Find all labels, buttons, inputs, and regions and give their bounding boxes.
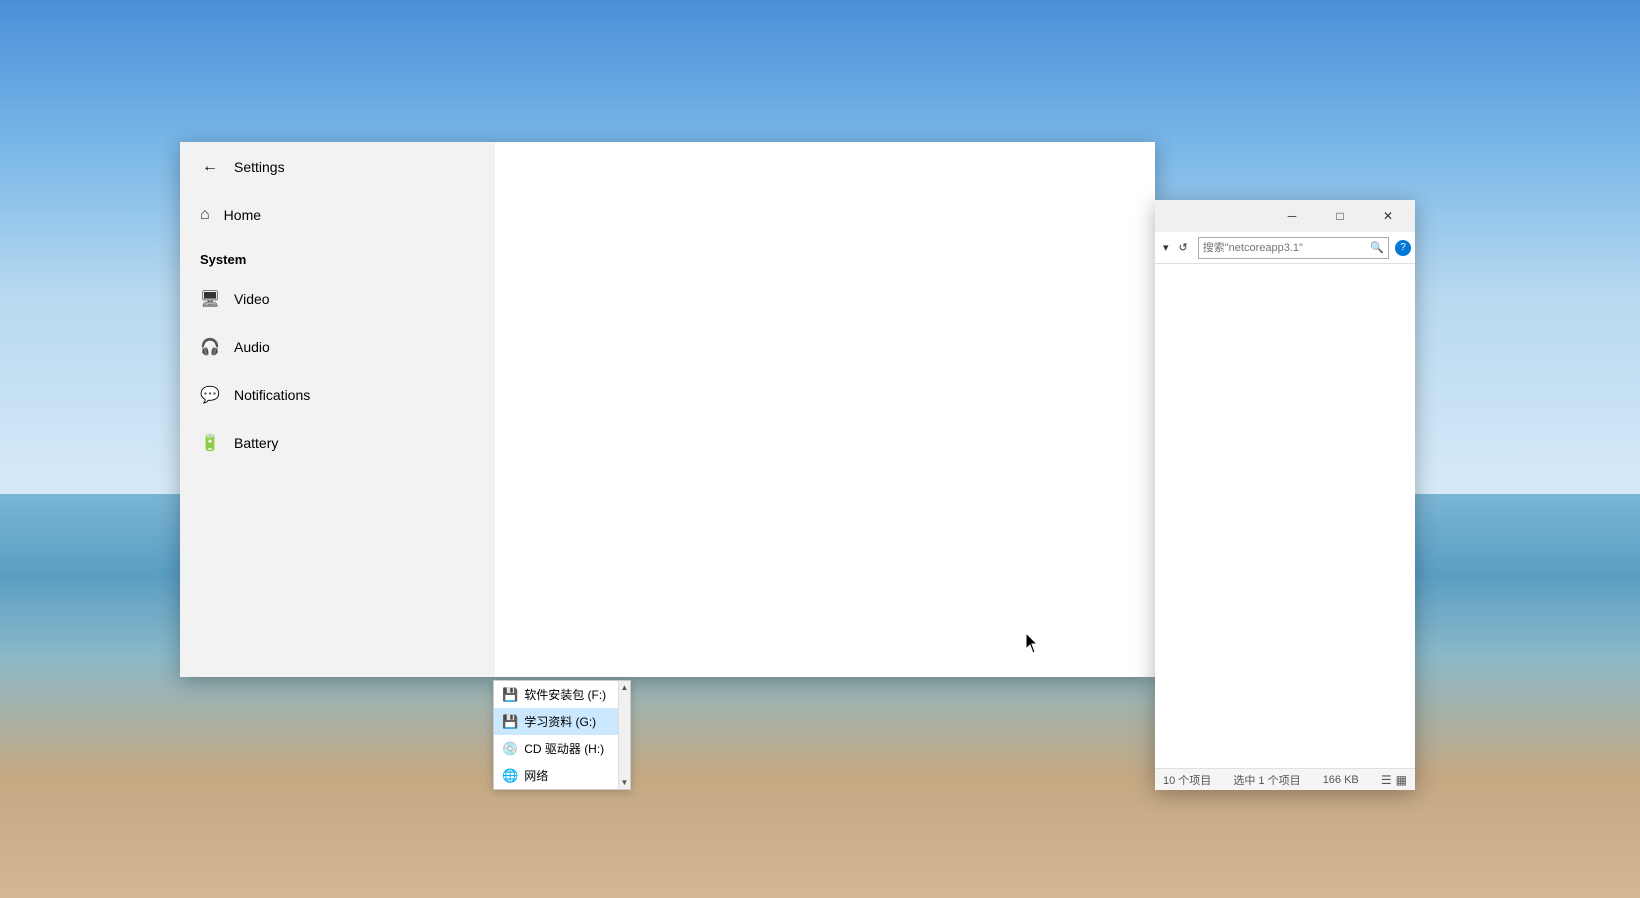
minimize-icon: ─ xyxy=(1288,209,1297,223)
notifications-icon: 💬 xyxy=(200,385,220,405)
list-view-button[interactable]: ☰ xyxy=(1381,773,1392,787)
drive-f-label: 软件安装包 (F:) xyxy=(524,686,606,703)
network-icon: 🌐 xyxy=(502,768,518,784)
scroll-down-arrow[interactable]: ▼ xyxy=(621,778,629,787)
audio-label: Audio xyxy=(234,339,270,355)
drive-g-icon: 💾 xyxy=(502,714,518,730)
explorer-titlebar: ─ □ ✕ xyxy=(1155,200,1415,232)
drive-f-icon: 💾 xyxy=(502,687,518,703)
search-button[interactable]: 🔍 xyxy=(1366,241,1388,254)
minimize-button[interactable]: ─ xyxy=(1269,201,1315,231)
dropdown-item-study[interactable]: 💾 学习资料 (G:) xyxy=(494,708,630,735)
back-icon: ← xyxy=(202,158,218,176)
sidebar-item-home[interactable]: ⌂ Home xyxy=(180,192,495,238)
restore-button[interactable]: □ xyxy=(1317,201,1363,231)
drive-g-label: 学习资料 (G:) xyxy=(524,713,596,730)
dropdown-item-cd[interactable]: 💿 CD 驱动器 (H:) xyxy=(494,735,630,762)
battery-label: Battery xyxy=(234,435,278,451)
settings-title: Settings xyxy=(234,159,285,175)
sidebar-item-battery[interactable]: 🔋 Battery xyxy=(180,419,495,467)
view-controls: ☰ ▦ xyxy=(1381,773,1407,787)
settings-sidebar: ← Settings ⌂ Home System 🖥 Video 🎧 Audio… xyxy=(180,142,495,677)
sidebar-item-video[interactable]: 🖥 Video xyxy=(180,275,495,323)
settings-main-content xyxy=(495,142,1155,677)
battery-icon: 🔋 xyxy=(200,433,220,453)
restore-icon: □ xyxy=(1336,209,1343,223)
search-box: 🔍 xyxy=(1198,237,1389,259)
video-icon: 🖥 xyxy=(200,289,220,309)
video-label: Video xyxy=(234,291,270,307)
system-section-title: System xyxy=(180,238,495,275)
close-icon: ✕ xyxy=(1383,209,1393,223)
sidebar-item-audio[interactable]: 🎧 Audio xyxy=(180,323,495,371)
help-button[interactable]: ? xyxy=(1395,240,1411,256)
selected-info: 选中 1 个项目 xyxy=(1233,772,1300,788)
home-icon: ⌂ xyxy=(200,206,210,224)
search-input[interactable] xyxy=(1199,242,1367,254)
network-label: 网络 xyxy=(524,767,548,784)
refresh-btn[interactable]: ↺ xyxy=(1175,239,1192,256)
scroll-up-arrow[interactable]: ▲ xyxy=(621,683,629,692)
file-size: 166 KB xyxy=(1323,774,1359,786)
drive-h-label: CD 驱动器 (H:) xyxy=(524,740,604,757)
explorer-statusbar: 10 个项目 选中 1 个项目 166 KB ☰ ▦ xyxy=(1155,768,1415,790)
notifications-label: Notifications xyxy=(234,387,310,403)
drive-h-icon: 💿 xyxy=(502,741,518,757)
items-count: 10 个项目 xyxy=(1163,772,1211,788)
sidebar-item-notifications[interactable]: 💬 Notifications xyxy=(180,371,495,419)
dropdown-scrollbar: ▲ ▼ xyxy=(618,681,630,789)
detail-view-button[interactable]: ▦ xyxy=(1396,773,1407,787)
explorer-toolbar: ▾ ↺ 🔍 ? xyxy=(1155,232,1415,264)
dropdown-item-software[interactable]: 💾 软件安装包 (F:) xyxy=(494,681,630,708)
home-label: Home xyxy=(224,207,261,223)
settings-window: ← Settings ⌂ Home System 🖥 Video 🎧 Audio… xyxy=(180,142,1155,677)
dropdown-panel: 💾 软件安装包 (F:) 💾 学习资料 (G:) 💿 CD 驱动器 (H:) 🌐… xyxy=(493,680,631,790)
settings-header: ← Settings xyxy=(180,142,495,192)
back-button[interactable]: ← xyxy=(196,153,224,181)
explorer-window: ─ □ ✕ ▾ ↺ 🔍 ? 10 个项目 选中 1 个项目 166 KB ☰ ▦ xyxy=(1155,200,1415,790)
audio-icon: 🎧 xyxy=(200,337,220,357)
dropdown-item-network[interactable]: 🌐 网络 xyxy=(494,762,630,789)
explorer-content xyxy=(1155,264,1415,768)
close-button[interactable]: ✕ xyxy=(1365,201,1411,231)
dropdown-arrow-btn[interactable]: ▾ xyxy=(1159,239,1173,256)
